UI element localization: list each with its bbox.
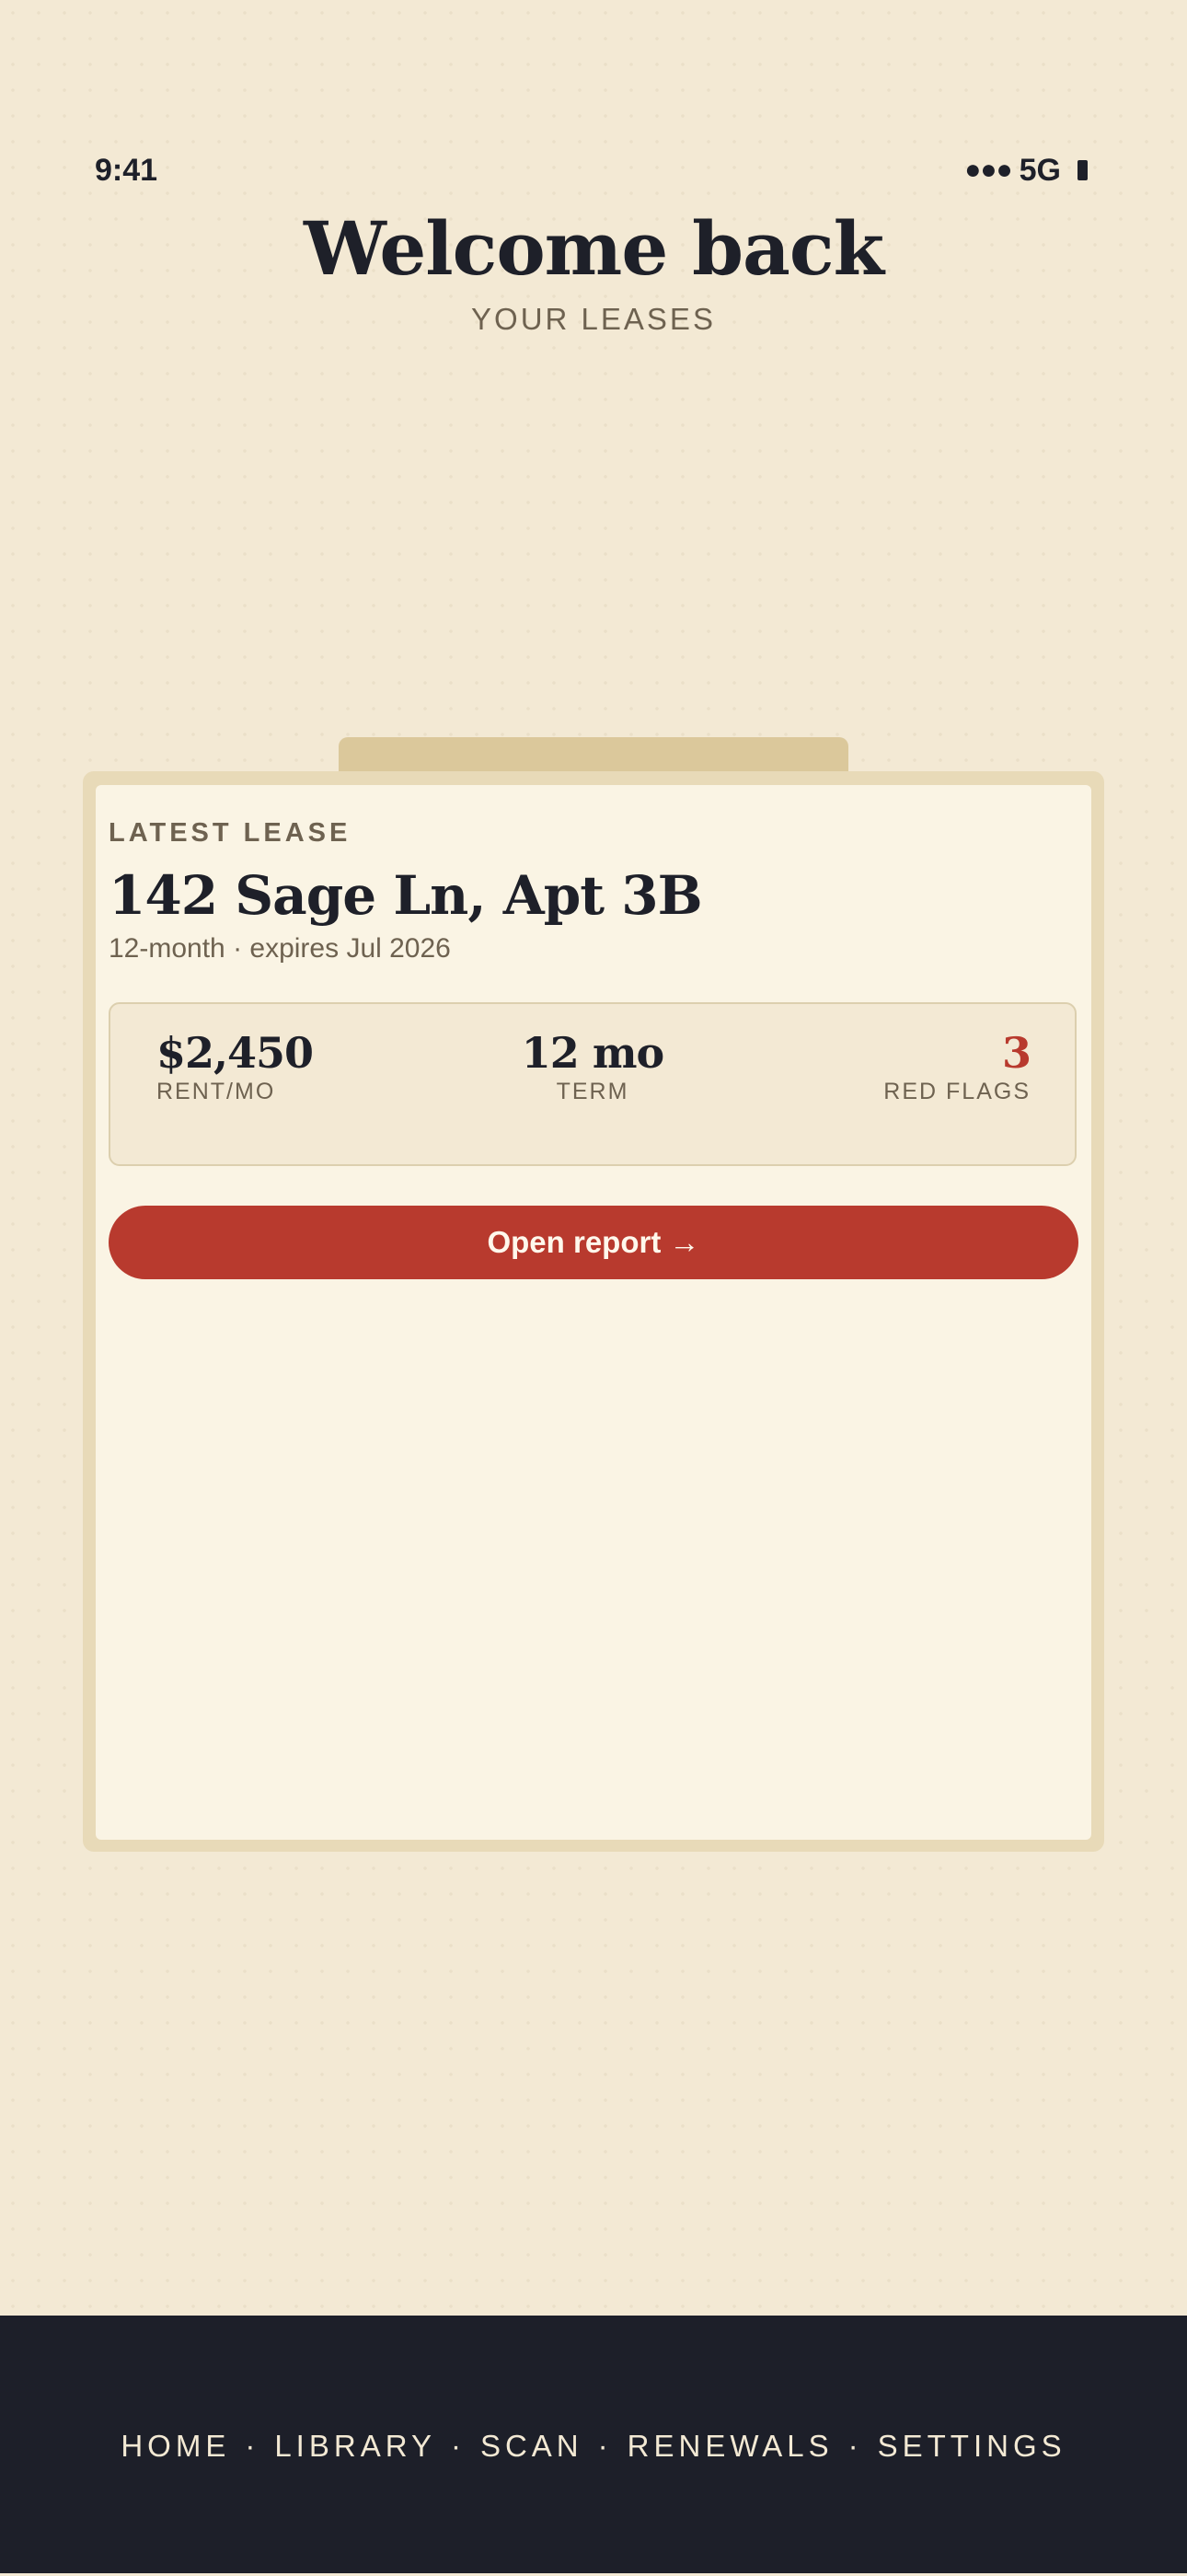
stat-red-flags-label: RED FLAGS (883, 1079, 1031, 1104)
lease-address: 142 Sage Ln, Apt 3B (109, 864, 703, 927)
lease-stats: $2,450 RENT/MO 12 mo TERM 3 RED FLAGS (109, 1002, 1077, 1166)
nav-separator: · (450, 2428, 466, 2463)
status-time: 9:41 (95, 153, 158, 188)
lease-card[interactable]: LATEST LEASE 142 Sage Ln, Apt 3B 12-mont… (96, 785, 1091, 1840)
nav-item-settings[interactable]: SETTINGS (878, 2429, 1066, 2464)
lease-meta: 12-month · expires Jul 2026 (109, 933, 451, 964)
bottom-nav: HOME · LIBRARY · SCAN · RENEWALS · SETTI… (0, 2316, 1187, 2573)
nav-item-scan[interactable]: SCAN (480, 2429, 583, 2464)
network-label: 5G (1019, 153, 1061, 188)
nav-row: HOME · LIBRARY · SCAN · RENEWALS · SETTI… (0, 2316, 1187, 2576)
card-eyebrow: LATEST LEASE (109, 818, 351, 848)
status-indicators: ●●● 5G (964, 147, 1088, 193)
page-subtitle: YOUR LEASES (471, 302, 716, 336)
signal-icon: ●●● (964, 155, 1012, 185)
nav-item-renewals[interactable]: RENEWALS (628, 2429, 834, 2464)
nav-item-home[interactable]: HOME (121, 2429, 230, 2464)
status-bar: 9:41 ●●● 5G (0, 147, 1187, 193)
page-title: Welcome back (304, 205, 884, 292)
nav-item-library[interactable]: LIBRARY (274, 2429, 436, 2464)
nav-separator: · (245, 2428, 260, 2463)
nav-separator: · (597, 2428, 613, 2463)
battery-icon (1078, 160, 1088, 180)
stat-red-flags: 3 RED FLAGS (883, 1028, 1031, 1105)
folder-tab (339, 737, 848, 776)
open-report-button[interactable]: Open report → (109, 1206, 1078, 1279)
stat-red-flags-value: 3 (1001, 1028, 1031, 1078)
nav-separator: · (847, 2428, 863, 2463)
